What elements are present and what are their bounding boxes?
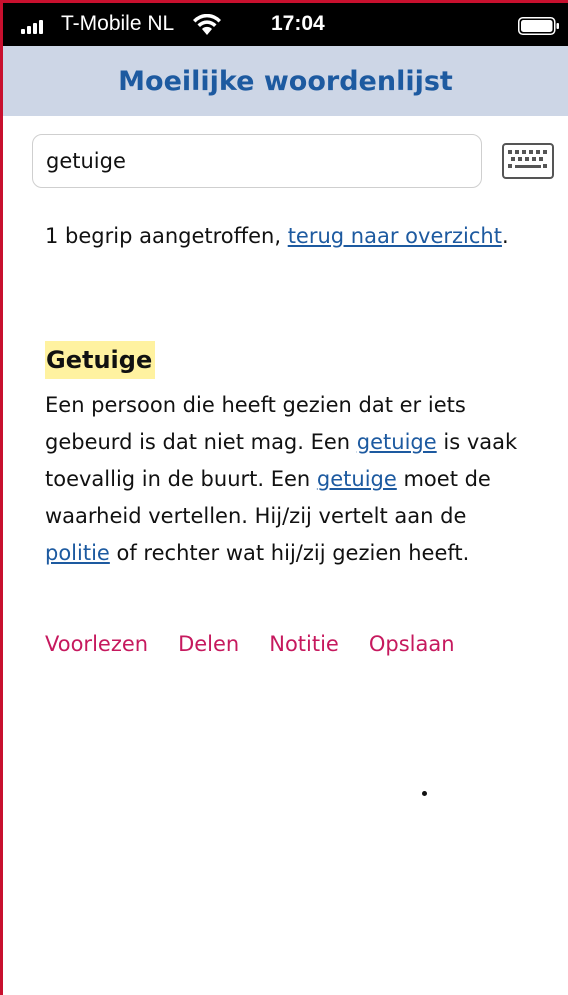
stray-dot <box>422 791 427 796</box>
action-bar: Voorlezen Delen Notitie Opslaan <box>45 632 455 656</box>
note-button[interactable]: Notitie <box>269 632 339 656</box>
app-header: Moeilijke woordenlijst <box>3 46 568 116</box>
wifi-icon <box>193 14 221 35</box>
signal-strength-icon <box>21 20 51 34</box>
term-heading: Getuige <box>45 341 156 379</box>
status-bar: T-Mobile NL 17:04 <box>3 3 568 46</box>
read-aloud-button[interactable]: Voorlezen <box>45 632 148 656</box>
result-period: . <box>501 224 509 248</box>
keyboard-icon[interactable] <box>502 143 554 179</box>
carrier-name: T-Mobile NL <box>61 12 175 35</box>
search-input[interactable] <box>32 134 482 188</box>
page-title: Moeilijke woordenlijst <box>118 65 453 97</box>
result-count: 1 begrip aangetroffen, terug naar overzi… <box>45 218 525 255</box>
share-button[interactable]: Delen <box>178 632 239 656</box>
frame-left-border <box>0 0 3 995</box>
result-count-text: 1 begrip aangetroffen, <box>45 224 288 248</box>
term-definition: Een persoon die heeft gezien dat er iets… <box>45 387 535 572</box>
term-link-getuige[interactable]: getuige <box>357 430 437 454</box>
save-button[interactable]: Opslaan <box>369 632 455 656</box>
term-link-politie[interactable]: politie <box>45 541 110 565</box>
battery-icon <box>518 17 559 35</box>
term-link-getuige[interactable]: getuige <box>317 467 397 491</box>
definition-text: of rechter wat hij/zij gezien heeft. <box>109 541 470 565</box>
status-time: 17:04 <box>271 12 325 35</box>
back-to-overview-link[interactable]: terug naar overzicht <box>288 224 502 248</box>
